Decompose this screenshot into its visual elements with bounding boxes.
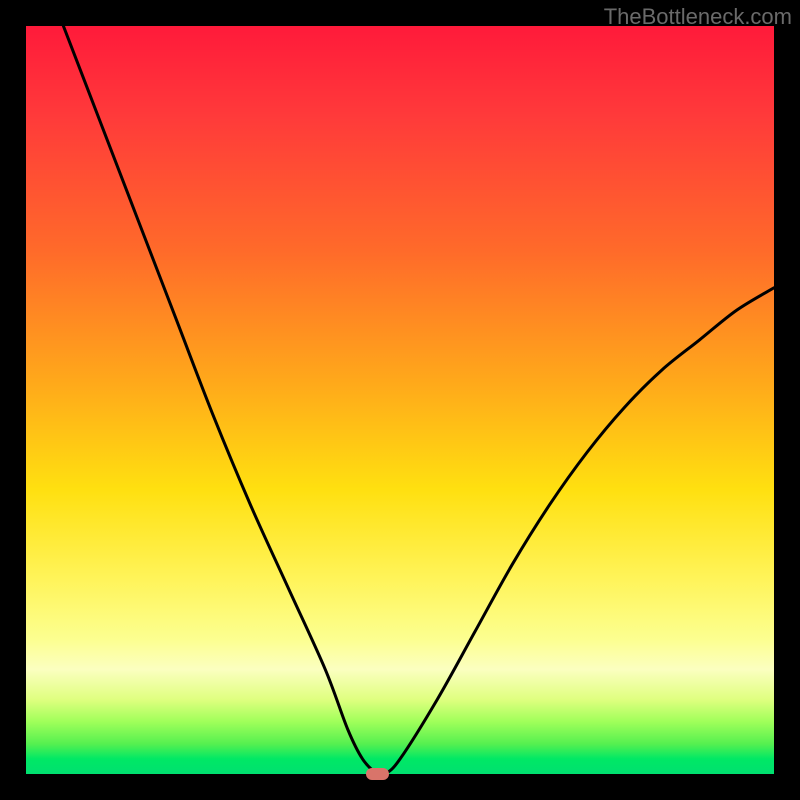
watermark-text: TheBottleneck.com	[604, 4, 792, 30]
chart-container: TheBottleneck.com	[0, 0, 800, 800]
curve-svg	[26, 26, 774, 774]
bottleneck-curve	[63, 26, 774, 774]
plot-area	[26, 26, 774, 774]
optimal-marker	[366, 768, 388, 780]
